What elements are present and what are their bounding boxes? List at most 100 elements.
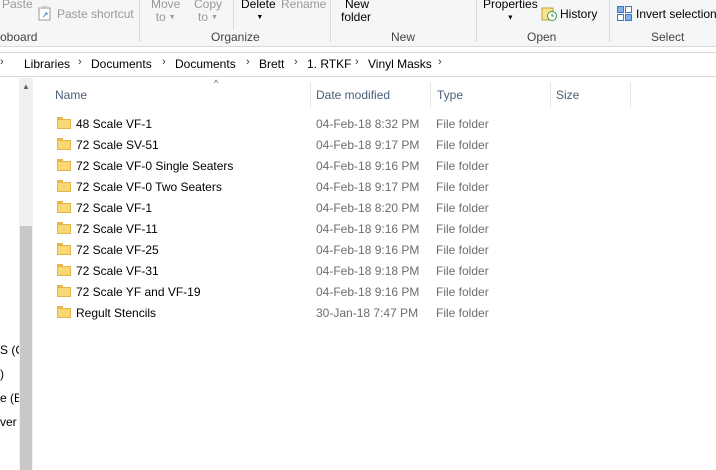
file-type: File folder <box>436 201 489 215</box>
file-row[interactable]: 72 Scale VF-1 04-Feb-18 8:20 PM File fol… <box>40 197 716 218</box>
nav-scrollbar-thumb[interactable] <box>20 226 32 470</box>
properties-label: Properties <box>483 0 538 11</box>
chevron-right-icon[interactable]: › <box>162 56 166 68</box>
clipboard-group-label: oboard <box>0 30 38 44</box>
file-row[interactable]: 72 Scale SV-51 04-Feb-18 9:17 PM File fo… <box>40 134 716 155</box>
file-row[interactable]: 72 Scale VF-0 Two Seaters 04-Feb-18 9:17… <box>40 176 716 197</box>
delete-button[interactable]: Delete ▼ <box>241 0 276 24</box>
paste-label: Paste <box>2 0 33 11</box>
open-group-label: Open <box>527 30 557 44</box>
file-name: 72 Scale VF-31 <box>76 264 159 278</box>
folder-icon <box>57 180 71 192</box>
file-date-modified: 04-Feb-18 8:32 PM <box>316 117 420 131</box>
address-bar[interactable]: › Libraries › Documents › Documents › Br… <box>0 52 716 77</box>
scroll-up-arrow-icon[interactable]: ▲ <box>19 82 33 96</box>
column-divider[interactable] <box>430 82 431 108</box>
file-type: File folder <box>436 138 489 152</box>
chevron-right-icon[interactable]: › <box>438 56 442 68</box>
nav-item-partial[interactable]: ) <box>0 367 4 381</box>
ribbon: Paste Paste shortcut oboard Move to ▼ Cop… <box>0 0 716 46</box>
file-name: 72 Scale VF-0 Single Seaters <box>76 159 234 173</box>
folder-icon <box>57 138 71 150</box>
select-group-label: Select <box>651 30 685 44</box>
file-type: File folder <box>436 264 489 278</box>
ribbon-divider <box>139 0 140 42</box>
file-type: File folder <box>436 180 489 194</box>
folder-icon <box>57 222 71 234</box>
column-header: ^ Name Date modified Type Size <box>40 78 716 108</box>
file-row[interactable]: 48 Scale VF-1 04-Feb-18 8:32 PM File fol… <box>40 113 716 134</box>
breadcrumb-rtkf[interactable]: 1. RTKF <box>307 57 351 71</box>
file-name: 48 Scale VF-1 <box>76 117 153 131</box>
ribbon-border <box>0 46 716 47</box>
nav-item-partial[interactable]: ver <box>0 415 17 429</box>
chevron-right-icon[interactable]: › <box>78 56 82 68</box>
move-to-dropdown-icon: ▼ <box>168 14 176 22</box>
column-name[interactable]: Name <box>55 88 87 102</box>
properties-button[interactable]: Properties ▼ <box>483 0 538 24</box>
column-size[interactable]: Size <box>556 88 579 102</box>
column-date-modified[interactable]: Date modified <box>316 88 390 102</box>
new-folder-label-line2: folder <box>341 10 372 24</box>
column-type[interactable]: Type <box>437 88 463 102</box>
file-row[interactable]: 72 Scale YF and VF-19 04-Feb-18 9:16 PM … <box>40 281 716 302</box>
file-row[interactable]: 72 Scale VF-25 04-Feb-18 9:16 PM File fo… <box>40 239 716 260</box>
file-name: 72 Scale YF and VF-19 <box>76 285 201 299</box>
copy-to-button[interactable]: Copy to ▼ <box>194 0 222 24</box>
invert-selection-icon <box>617 6 632 21</box>
ribbon-divider <box>476 0 477 42</box>
file-date-modified: 04-Feb-18 9:16 PM <box>316 243 420 257</box>
file-name: 72 Scale SV-51 <box>76 138 159 152</box>
folder-icon <box>57 201 71 213</box>
folder-icon <box>57 243 71 255</box>
file-name: 72 Scale VF-25 <box>76 243 159 257</box>
file-date-modified: 04-Feb-18 9:18 PM <box>316 264 420 278</box>
breadcrumb-documents-1[interactable]: Documents <box>91 57 152 71</box>
move-to-button[interactable]: Move to ▼ <box>151 0 180 24</box>
history-button[interactable]: History <box>541 6 597 21</box>
chevron-right-icon[interactable]: › <box>355 56 359 68</box>
move-to-label-line2: to <box>155 10 166 24</box>
new-folder-button[interactable]: New folder <box>341 0 371 24</box>
file-row[interactable]: 72 Scale VF-31 04-Feb-18 9:18 PM File fo… <box>40 260 716 281</box>
folder-icon <box>57 117 71 129</box>
column-divider[interactable] <box>630 82 631 108</box>
folder-icon <box>57 306 71 318</box>
breadcrumb-documents-2[interactable]: Documents <box>175 57 236 71</box>
paste-shortcut-icon <box>38 6 51 21</box>
rename-button[interactable]: Rename <box>281 0 326 11</box>
sort-ascending-icon: ^ <box>214 78 219 88</box>
file-row[interactable]: 72 Scale VF-11 04-Feb-18 9:16 PM File fo… <box>40 218 716 239</box>
organize-group-label: Organize <box>211 30 260 44</box>
column-divider[interactable] <box>550 82 551 108</box>
copy-to-dropdown-icon: ▼ <box>211 14 218 22</box>
chevron-right-icon[interactable]: › <box>294 56 298 68</box>
file-date-modified: 04-Feb-18 9:16 PM <box>316 159 420 173</box>
breadcrumb-vinyl-masks[interactable]: Vinyl Masks <box>368 57 432 71</box>
file-row[interactable]: 72 Scale VF-0 Single Seaters 04-Feb-18 9… <box>40 155 716 176</box>
column-divider[interactable] <box>310 82 311 108</box>
file-date-modified: 04-Feb-18 9:17 PM <box>316 138 420 152</box>
file-type: File folder <box>436 243 489 257</box>
paste-button[interactable]: Paste <box>2 0 33 11</box>
copy-to-label-line2: to <box>198 10 209 24</box>
file-name: 72 Scale VF-0 Two Seaters <box>76 180 222 194</box>
file-date-modified: 04-Feb-18 9:16 PM <box>316 285 420 299</box>
file-date-modified: 04-Feb-18 8:20 PM <box>316 201 420 215</box>
delete-label: Delete <box>241 0 276 11</box>
breadcrumb-libraries[interactable]: Libraries <box>24 57 70 71</box>
ribbon-divider <box>330 0 331 42</box>
chevron-right-icon[interactable]: › <box>246 56 250 68</box>
rename-label: Rename <box>281 0 327 11</box>
file-row[interactable]: Regult Stencils 30-Jan-18 7:47 PM File f… <box>40 302 716 323</box>
file-name: 72 Scale VF-1 <box>76 201 153 215</box>
invert-selection-button[interactable]: Invert selection <box>617 6 716 21</box>
invert-selection-label: Invert selection <box>636 7 716 21</box>
paste-shortcut-button[interactable]: Paste shortcut <box>38 6 134 21</box>
breadcrumb-brett[interactable]: Brett <box>259 57 284 71</box>
file-type: File folder <box>436 159 489 173</box>
file-name: 72 Scale VF-11 <box>76 222 158 236</box>
chevron-right-icon: › <box>0 56 4 68</box>
folder-icon <box>57 264 71 276</box>
properties-dropdown-icon: ▼ <box>506 14 514 22</box>
